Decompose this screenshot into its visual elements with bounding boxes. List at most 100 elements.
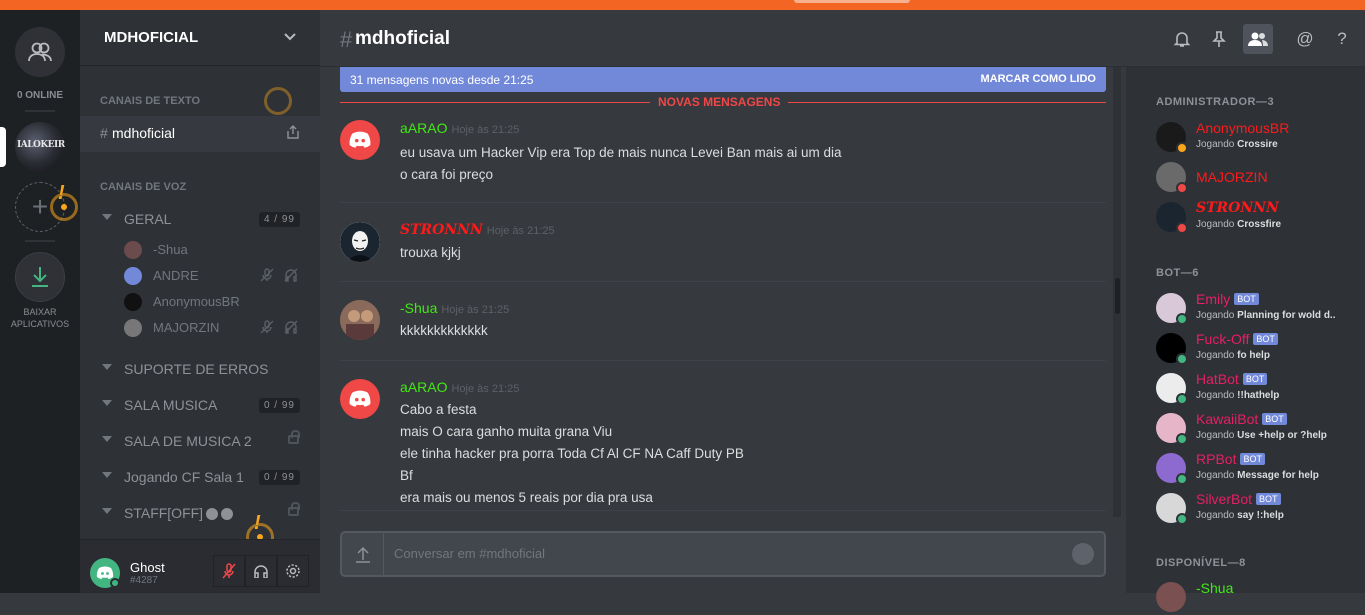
- online-status-dot: [1176, 513, 1188, 525]
- member-activity: Jogando Crossire: [1196, 139, 1336, 150]
- upload-button[interactable]: [342, 533, 384, 575]
- avatar: [124, 319, 142, 337]
- top-accent-bar: [0, 0, 1365, 10]
- lock-icon: [288, 430, 300, 444]
- bot-name: HatBot: [1196, 371, 1239, 387]
- member-item[interactable]: STRONNN Jogando Crossfire: [1156, 199, 1356, 235]
- friends-icon: [28, 42, 52, 62]
- member-item[interactable]: -Shua: [1156, 579, 1356, 615]
- member-item[interactable]: Fuck-Off BOT Jogando fo help: [1156, 330, 1356, 366]
- plus-icon: +: [31, 191, 49, 222]
- avatar: [1156, 582, 1186, 612]
- new-messages-text: 31 mensagens novas desde 21:25: [350, 73, 534, 87]
- message-author[interactable]: STRONNN Hoje às 21:25: [400, 222, 555, 238]
- download-label-line1: BAIXAR: [23, 307, 57, 317]
- member-category-available: DISPONÍVEL—8: [1156, 557, 1246, 569]
- timestamp: Hoje às 21:25: [451, 124, 520, 136]
- voice-user[interactable]: -Shua: [124, 240, 304, 260]
- avatar: [124, 241, 142, 259]
- member-item[interactable]: Emily BOT Jogando Planning for wold d...: [1156, 290, 1356, 326]
- message-input[interactable]: Conversar em #mdhoficial: [394, 546, 545, 561]
- message-separator: [340, 510, 1106, 511]
- voice-channel-geral[interactable]: GERAL 4 / 99: [80, 209, 320, 233]
- avatar[interactable]: [340, 300, 380, 340]
- download-apps-button[interactable]: [15, 252, 65, 302]
- message-text: ele tinha hacker pra porra Toda Cf Al CF…: [400, 446, 744, 461]
- channel-mdhoficial[interactable]: # mdhoficial: [80, 116, 320, 152]
- bot-badge: BOT: [1240, 453, 1265, 465]
- voice-user-name: -Shua: [153, 242, 188, 257]
- voice-channel-sala-musica-2[interactable]: SALA DE MUSICA 2: [80, 430, 320, 455]
- voice-user[interactable]: ANDRE: [124, 266, 304, 286]
- emoji-icon[interactable]: [1072, 543, 1094, 565]
- mute-button[interactable]: [213, 555, 245, 587]
- download-apps-label: BAIXAR APLICATIVOS: [0, 306, 80, 330]
- timestamp: Hoje às 21:25: [441, 304, 510, 316]
- deafen-button[interactable]: [245, 555, 277, 587]
- bot-name: RPBot: [1196, 451, 1237, 467]
- avatar[interactable]: [340, 120, 380, 160]
- user-panel: Ghost #4287: [80, 539, 320, 593]
- member-item[interactable]: MAJORZIN: [1156, 159, 1356, 195]
- game-name: fo help: [1237, 350, 1270, 361]
- pinned-messages-button[interactable]: [1204, 24, 1234, 54]
- guild-icon-mdhoficial[interactable]: IALOKEIRO: [15, 122, 65, 172]
- message-separator: [340, 281, 1106, 282]
- collapse-arrow-icon: [102, 472, 112, 478]
- member-item[interactable]: AnonymousBR Jogando Crossire: [1156, 119, 1356, 155]
- member-activity: Jogando Planning for wold d...: [1196, 310, 1336, 321]
- message-text: eu usava um Hacker Vip era Top de mais n…: [400, 145, 842, 160]
- message-author[interactable]: aARAO Hoje às 21:25: [400, 120, 519, 136]
- server-header[interactable]: MDHOFICIAL: [80, 10, 320, 66]
- voice-channels-category[interactable]: CANAIS DE VOZ: [100, 181, 186, 193]
- friends-button[interactable]: [15, 27, 65, 77]
- mic-muted-icon: [222, 563, 236, 579]
- voice-user[interactable]: MAJORZIN: [124, 318, 304, 338]
- voice-channel-label: GERAL: [124, 211, 172, 227]
- online-status-dot: [1176, 433, 1188, 445]
- mentions-button[interactable]: @: [1290, 24, 1320, 54]
- invite-icon[interactable]: [286, 125, 300, 139]
- online-status-dot: [1176, 393, 1188, 405]
- collapse-arrow-icon: [102, 436, 112, 442]
- member-item[interactable]: KawaiiBot BOT Jogando Use +help or ?help: [1156, 410, 1356, 446]
- member-item[interactable]: HatBot BOT Jogando !!hathelp: [1156, 370, 1356, 406]
- members-icon: [1248, 32, 1268, 46]
- voice-channel-sala-musica[interactable]: SALA MUSICA 0 / 99: [80, 395, 320, 419]
- text-channels-category[interactable]: CANAIS DE TEXTO: [100, 95, 200, 107]
- mark-as-read-button[interactable]: MARCAR COMO LIDO: [981, 73, 1097, 85]
- notifications-button[interactable]: [1167, 24, 1197, 54]
- bot-name: Fuck-Off: [1196, 331, 1250, 347]
- scrollbar-thumb[interactable]: [1115, 278, 1120, 314]
- new-messages-bar[interactable]: 31 mensagens novas desde 21:25 MARCAR CO…: [340, 67, 1106, 92]
- message-author[interactable]: aARAO Hoje às 21:25: [400, 379, 519, 395]
- help-button[interactable]: ?: [1327, 24, 1357, 54]
- playing-prefix: Jogando: [1196, 470, 1235, 481]
- message-separator: [340, 360, 1106, 361]
- member-name: AnonymousBR: [1196, 120, 1290, 136]
- tutorial-hint-indicator[interactable]: !: [50, 182, 78, 221]
- avatar[interactable]: [340, 379, 380, 419]
- voice-channel-cf-sala-1[interactable]: Jogando CF Sala 1 0 / 99: [80, 467, 320, 491]
- voice-channel-staff[interactable]: STAFF[OFF]: [80, 502, 320, 527]
- tutorial-hint-indicator[interactable]: [264, 87, 292, 115]
- member-item[interactable]: SilverBot BOT Jogando say !:help: [1156, 490, 1356, 526]
- game-name: Crossire: [1237, 139, 1278, 150]
- message-author[interactable]: -Shua Hoje às 21:25: [400, 300, 509, 316]
- member-item[interactable]: RPBot BOT Jogando Message for help: [1156, 450, 1356, 486]
- voice-user-name: MAJORZIN: [153, 320, 220, 335]
- member-activity: Jogando Message for help: [1196, 470, 1336, 481]
- member-name: SilverBot BOT: [1196, 491, 1281, 507]
- user-limit-badge: 4 / 99: [258, 212, 300, 227]
- speaker-icon: [206, 508, 219, 521]
- member-list-toggle[interactable]: [1243, 24, 1273, 54]
- discord-logo-icon: [349, 390, 371, 407]
- voice-user[interactable]: AnonymousBR: [124, 292, 304, 312]
- user-discriminator: #4287: [130, 575, 158, 586]
- new-messages-divider-label: NOVAS MENSAGENS: [650, 95, 789, 109]
- collapse-arrow-icon: [102, 508, 112, 514]
- avatar[interactable]: [340, 222, 380, 262]
- settings-button[interactable]: [277, 555, 309, 587]
- voice-channel-suporte[interactable]: SUPORTE DE ERROS: [80, 359, 320, 383]
- member-name: KawaiiBot BOT: [1196, 411, 1287, 427]
